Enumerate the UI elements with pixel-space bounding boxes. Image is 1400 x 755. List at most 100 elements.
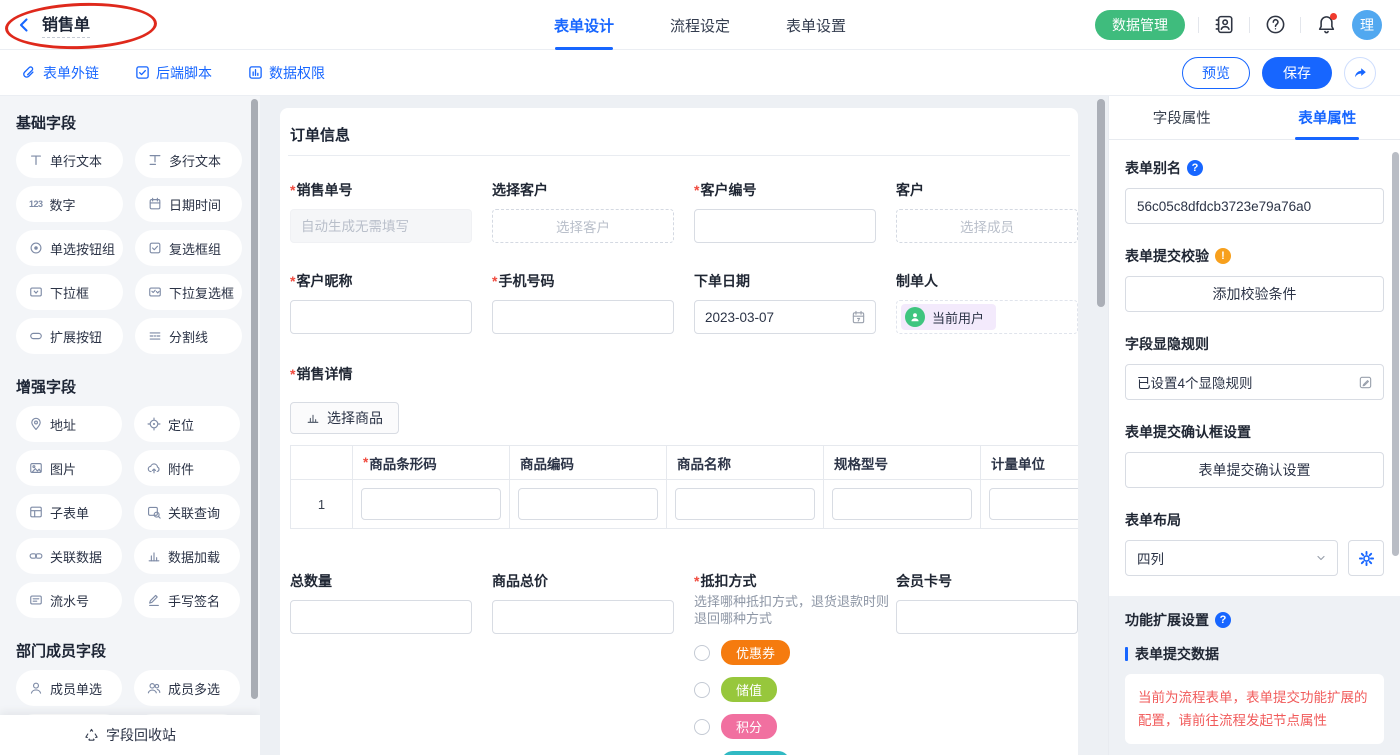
field-item-multi-select[interactable]: 下拉复选框 — [135, 274, 242, 310]
tab-process-setting[interactable]: 流程设定 — [670, 0, 730, 50]
form-alias-input[interactable] — [1125, 188, 1384, 224]
field-order-date[interactable]: 下单日期 2023-03-07 — [694, 271, 876, 334]
spec-input[interactable] — [832, 488, 972, 520]
product-code-input[interactable] — [518, 488, 658, 520]
divider — [1300, 17, 1301, 33]
nickname-input[interactable] — [290, 300, 472, 334]
share-button[interactable] — [1344, 57, 1376, 89]
contacts-icon[interactable] — [1212, 13, 1236, 37]
data-manage-button[interactable]: 数据管理 — [1095, 10, 1185, 40]
field-nickname[interactable]: *客户昵称 — [290, 271, 472, 334]
table-header-barcode: *商品条形码 — [353, 446, 510, 479]
field-member-card[interactable]: 会员卡号 — [896, 571, 1078, 755]
tab-field-properties[interactable]: 字段属性 — [1109, 96, 1255, 139]
gear-icon — [1358, 550, 1375, 567]
warning-badge-icon[interactable]: ! — [1215, 248, 1231, 264]
button-icon — [29, 329, 43, 343]
field-item-number[interactable]: 123 数字 — [16, 186, 123, 222]
panel-scrollbar[interactable] — [1392, 152, 1399, 556]
field-sale-no[interactable]: *销售单号 — [290, 180, 472, 243]
help-badge-icon[interactable]: ? — [1187, 160, 1203, 176]
save-button[interactable]: 保存 — [1262, 57, 1332, 89]
product-name-input[interactable] — [675, 488, 815, 520]
member-card-input[interactable] — [896, 600, 1078, 634]
field-item-member-single[interactable]: 成员单选 — [16, 670, 122, 706]
divider-icon — [148, 329, 162, 343]
data-permission-link[interactable]: 数据权限 — [248, 63, 325, 83]
help-badge-icon[interactable]: ? — [1215, 612, 1231, 628]
field-customer[interactable]: 客户 选择成员 — [896, 180, 1078, 243]
canvas-scrollbar[interactable] — [1097, 99, 1105, 307]
field-total-amount[interactable]: 商品总价 — [492, 571, 674, 755]
form-external-link[interactable]: 表单外链 — [22, 63, 99, 83]
field-sale-detail[interactable]: *销售详情 选择商品 *商品条形码 商品编码 商品名称 规格型号 计量单位 1 — [288, 364, 1070, 529]
preview-button[interactable]: 预览 — [1182, 57, 1250, 89]
select-customer-box[interactable]: 选择客户 — [492, 209, 674, 243]
field-item-address[interactable]: 地址 — [16, 406, 122, 442]
order-date-input[interactable]: 2023-03-07 — [694, 300, 876, 334]
radio-option-no-deduction[interactable]: 无抵扣 — [694, 751, 876, 755]
field-item-data-load[interactable]: 数据加载 — [134, 538, 240, 574]
multi-line-text-icon — [148, 153, 162, 167]
layout-settings-button[interactable] — [1348, 540, 1384, 576]
radio-option-points[interactable]: 积分 — [694, 714, 876, 739]
field-item-serial-number[interactable]: 流水号 — [16, 582, 122, 618]
edit-icon[interactable] — [1358, 375, 1373, 390]
data-load-icon — [147, 549, 161, 563]
field-item-extend-button[interactable]: 扩展按钮 — [16, 318, 123, 354]
table-header-index — [291, 446, 353, 479]
tab-form-settings[interactable]: 表单设置 — [786, 0, 846, 50]
field-item-location[interactable]: 定位 — [134, 406, 240, 442]
field-deduction[interactable]: *抵扣方式 选择哪种抵扣方式，退货退款时则退回哪种方式 优惠券 储值 积分 — [694, 571, 876, 755]
field-item-linked-data[interactable]: 关联数据 — [16, 538, 122, 574]
tab-form-design[interactable]: 表单设计 — [554, 0, 614, 50]
avatar[interactable]: 理 — [1352, 10, 1382, 40]
form-section-title[interactable]: 订单信息 — [288, 124, 1070, 145]
field-item-select[interactable]: 下拉框 — [16, 274, 123, 310]
signature-icon — [147, 593, 161, 607]
field-recycle-bin[interactable]: 字段回收站 — [0, 715, 260, 755]
field-item-linked-query[interactable]: 关联查询 — [134, 494, 240, 530]
select-member-box[interactable]: 选择成员 — [896, 209, 1078, 243]
field-item-subform[interactable]: 子表单 — [16, 494, 122, 530]
field-select-customer[interactable]: 选择客户 选择客户 — [492, 180, 674, 243]
layout-select[interactable]: 四列 — [1125, 540, 1338, 576]
field-item-member-multi[interactable]: 成员多选 — [134, 670, 240, 706]
field-item-attachment[interactable]: 附件 — [134, 450, 240, 486]
select-product-button[interactable]: 选择商品 — [290, 402, 399, 434]
backend-script-link[interactable]: 后端脚本 — [135, 63, 212, 83]
field-item-image[interactable]: 图片 — [16, 450, 122, 486]
form-canvas: 订单信息 *销售单号 选择客户 选择客户 *客户编号 客户 选择成员 *客户昵称 — [260, 96, 1108, 755]
field-item-single-line-text[interactable]: 单行文本 — [16, 142, 123, 178]
sale-no-input[interactable] — [290, 209, 472, 243]
field-creator[interactable]: 制单人 当前用户 — [896, 271, 1078, 334]
field-item-radio-group[interactable]: 单选按钮组 — [16, 230, 123, 266]
creator-box[interactable]: 当前用户 — [896, 300, 1078, 334]
recycle-icon — [84, 728, 99, 743]
help-icon[interactable] — [1263, 13, 1287, 37]
add-validation-button[interactable]: 添加校验条件 — [1125, 276, 1384, 312]
field-customer-no[interactable]: *客户编号 — [694, 180, 876, 243]
barcode-input[interactable] — [361, 488, 501, 520]
field-item-signature[interactable]: 手写签名 — [134, 582, 240, 618]
chevron-down-icon — [1315, 552, 1327, 564]
field-item-checkbox-group[interactable]: 复选框组 — [135, 230, 242, 266]
radio-option-stored-value[interactable]: 储值 — [694, 677, 876, 702]
tab-form-properties[interactable]: 表单属性 — [1255, 96, 1400, 139]
submit-confirm-button[interactable]: 表单提交确认设置 — [1125, 452, 1384, 488]
table-header-spec: 规格型号 — [824, 446, 981, 479]
field-phone[interactable]: *手机号码 — [492, 271, 674, 334]
field-item-multi-line-text[interactable]: 多行文本 — [135, 142, 242, 178]
notification-bell-icon[interactable] — [1314, 13, 1338, 37]
total-qty-input[interactable] — [290, 600, 472, 634]
radio-option-coupon[interactable]: 优惠券 — [694, 640, 876, 665]
phone-input[interactable] — [492, 300, 674, 334]
field-item-datetime[interactable]: 日期时间 — [135, 186, 242, 222]
sidebar-scrollbar[interactable] — [251, 99, 258, 699]
total-amount-input[interactable] — [492, 600, 674, 634]
field-total-qty[interactable]: 总数量 — [290, 571, 472, 755]
customer-no-input[interactable] — [694, 209, 876, 243]
unit-input[interactable] — [989, 488, 1078, 520]
visibility-rules-box[interactable]: 已设置4个显隐规则 — [1125, 364, 1384, 400]
field-item-divider[interactable]: 分割线 — [135, 318, 242, 354]
